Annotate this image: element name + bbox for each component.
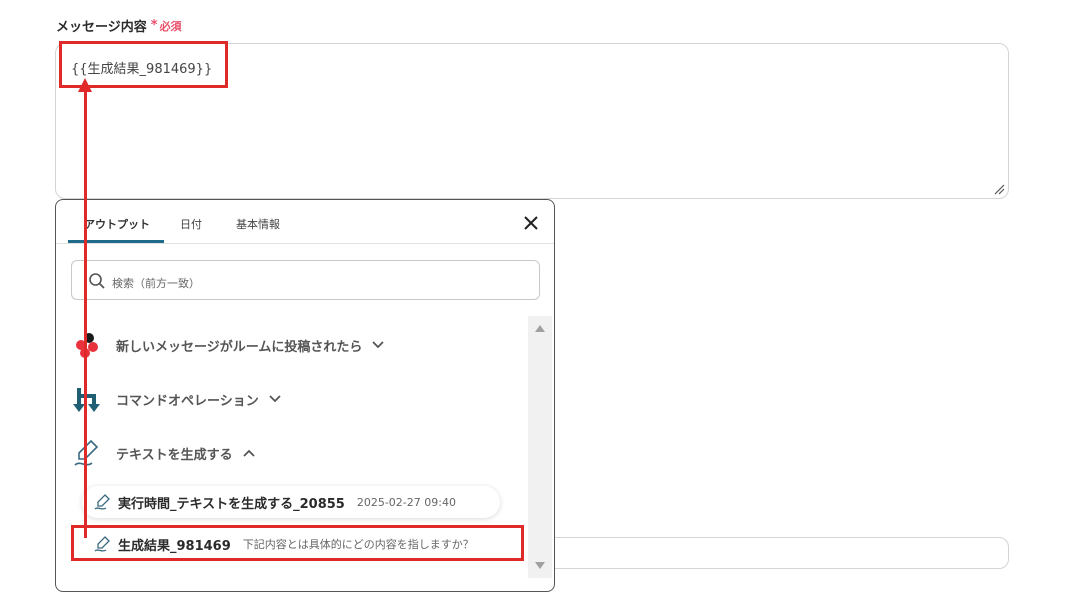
chevron-up-icon <box>242 449 255 457</box>
scroll-down-icon[interactable] <box>535 562 545 569</box>
tab-bar: アウトプット 日付 基本情報 <box>56 200 554 244</box>
chevron-down-icon <box>269 395 281 403</box>
group-chatwork-trigger[interactable]: 新しいメッセージがルームに投稿されたら <box>72 330 384 360</box>
pen-icon <box>94 494 110 510</box>
group-generate-text[interactable]: テキストを生成する <box>72 438 255 468</box>
group-label: テキストを生成する <box>116 447 233 463</box>
close-icon[interactable] <box>522 214 540 232</box>
bottom-input-field[interactable] <box>540 537 1009 569</box>
resize-handle-icon[interactable] <box>993 183 1005 195</box>
pen-icon <box>74 439 99 466</box>
tab-date[interactable]: 日付 <box>180 216 202 232</box>
active-tab-indicator <box>68 240 164 243</box>
output-item-execution-time[interactable]: 実行時間_テキストを生成する_20855 2025-02-27 09:40 <box>82 486 500 518</box>
search-icon <box>89 273 105 289</box>
scrollbar[interactable] <box>528 316 552 578</box>
tab-output[interactable]: アウトプット <box>84 216 150 232</box>
scroll-up-icon[interactable] <box>535 325 545 332</box>
item-label: 実行時間_テキストを生成する_20855 <box>118 496 345 512</box>
annotation-arrow-line <box>84 86 87 538</box>
required-badge: 必須 <box>159 19 182 33</box>
field-label-text: メッセージ内容 <box>56 20 147 35</box>
required-star: * <box>150 18 158 33</box>
group-command-operation[interactable]: コマンドオペレーション <box>72 384 281 414</box>
field-label: メッセージ内容 * 必須 <box>56 16 182 35</box>
highlight-box-selected-item <box>71 525 524 561</box>
search-placeholder: 検索（前方一致） <box>112 277 200 290</box>
group-label: コマンドオペレーション <box>116 393 259 409</box>
tab-basic-info[interactable]: 基本情報 <box>236 216 280 232</box>
annotation-arrow-head-icon <box>78 78 92 92</box>
item-value: 2025-02-27 09:40 <box>356 495 456 509</box>
branch-icon <box>73 388 100 412</box>
chatwork-icon <box>76 333 98 358</box>
chevron-down-icon <box>372 341 384 349</box>
search-input[interactable]: 検索（前方一致） <box>71 260 540 300</box>
group-label: 新しいメッセージがルームに投稿されたら <box>116 339 363 355</box>
